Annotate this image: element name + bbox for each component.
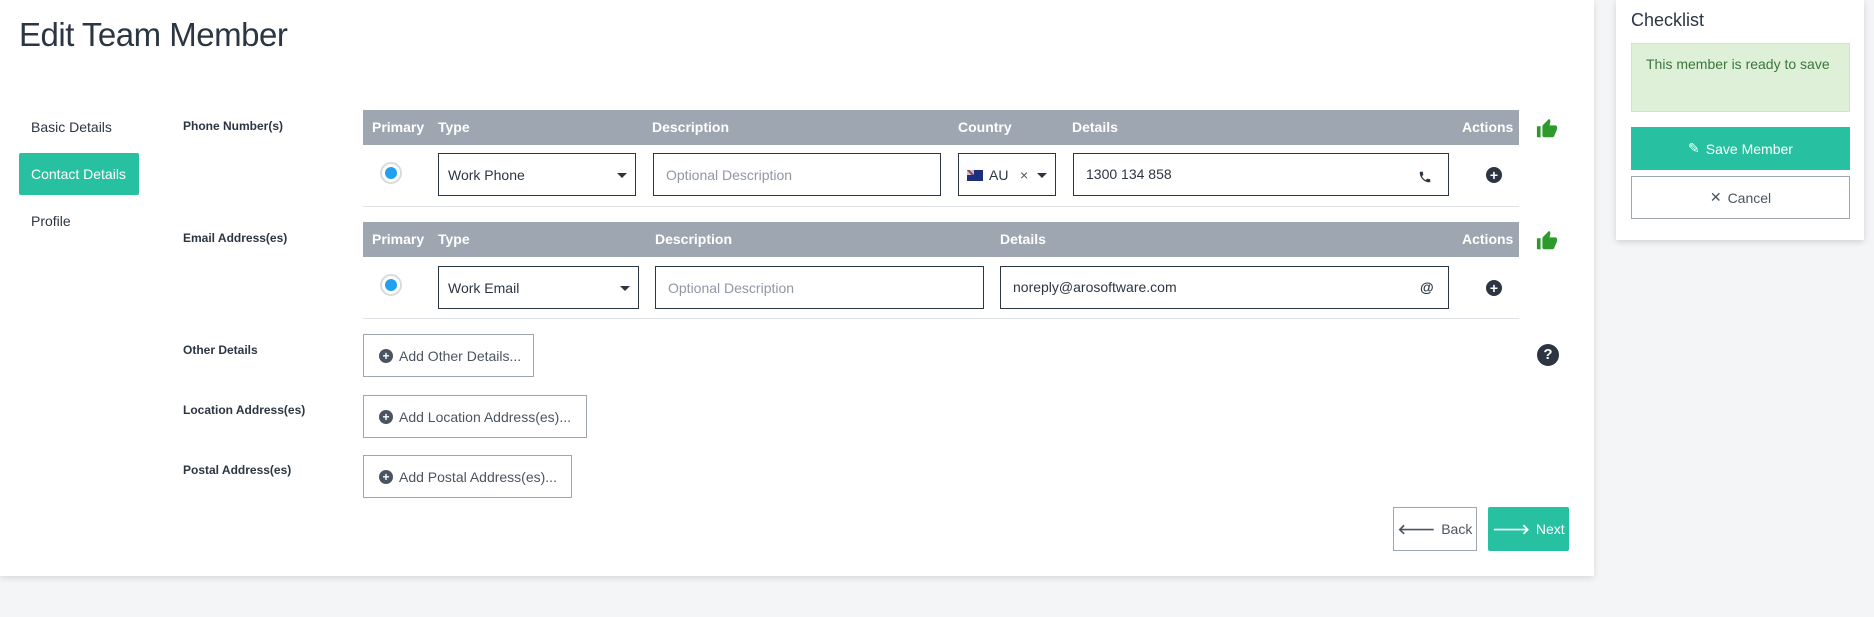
add-location-address-button[interactable]: + Add Location Address(es)...	[363, 395, 587, 438]
plus-circle-icon: +	[379, 409, 393, 424]
phone-table-header: Primary Type Description Country Details…	[363, 110, 1519, 145]
email-section-label: Email Address(es)	[183, 231, 288, 245]
thumbs-up-icon	[1536, 118, 1558, 138]
australia-flag-icon	[967, 170, 983, 181]
phone-type-value: Work Phone	[448, 167, 525, 183]
side-nav: Basic Details Contact Details Profile	[19, 106, 139, 247]
back-label: Back	[1441, 521, 1473, 537]
phone-header-type: Type	[438, 119, 470, 135]
next-button[interactable]: 🡒 Next	[1488, 507, 1569, 551]
next-label: Next	[1535, 521, 1565, 537]
email-header-actions: Actions	[1462, 231, 1514, 247]
chevron-down-icon	[1037, 173, 1047, 178]
chevron-down-icon	[617, 173, 627, 178]
add-postal-address-button[interactable]: + Add Postal Address(es)...	[363, 455, 572, 498]
phone-section-label: Phone Number(s)	[183, 119, 284, 133]
arrow-left-icon: 🡐	[1397, 520, 1436, 537]
email-table-header: Primary Type Description Details Actions	[363, 222, 1519, 257]
cancel-button[interactable]: ✕ Cancel	[1631, 176, 1850, 219]
postal-section-label: Postal Address(es)	[183, 463, 292, 477]
pencil-icon: ✎	[1688, 140, 1700, 156]
add-other-details-label: Add Other Details...	[399, 347, 522, 364]
email-header-primary: Primary	[372, 231, 425, 247]
phone-type-select[interactable]: Work Phone	[438, 153, 636, 196]
close-icon: ✕	[1709, 189, 1722, 205]
plus-circle-icon: +	[379, 348, 393, 363]
phone-description-input[interactable]	[653, 153, 941, 196]
phone-header-description: Description	[652, 119, 730, 135]
page-title: Edit Team Member	[19, 16, 288, 53]
add-other-details-button[interactable]: + Add Other Details...	[363, 334, 534, 377]
back-button[interactable]: 🡐 Back	[1393, 507, 1477, 551]
location-section-label: Location Address(es)	[183, 403, 306, 417]
email-header-description: Description	[655, 231, 733, 247]
save-member-button[interactable]: ✎ Save Member	[1631, 127, 1850, 170]
email-description-input[interactable]	[655, 266, 984, 309]
thumbs-up-icon	[1536, 230, 1558, 250]
help-icon[interactable]: ?	[1537, 344, 1559, 366]
checklist-panel: Checklist This member is ready to save ✎…	[1616, 0, 1864, 240]
arrow-right-icon: 🡒	[1492, 520, 1530, 537]
add-location-address-label: Add Location Address(es)...	[399, 408, 571, 425]
sidebar-item-profile[interactable]: Profile	[19, 200, 139, 242]
phone-header-details: Details	[1072, 119, 1118, 135]
sidebar-item-contact-details[interactable]: Contact Details	[19, 153, 139, 195]
email-type-select[interactable]: Work Email	[438, 266, 639, 309]
add-email-icon[interactable]: +	[1486, 280, 1502, 296]
phone-details-value: 1300 134 858	[1086, 166, 1172, 182]
phone-details-input[interactable]: 1300 134 858	[1073, 153, 1449, 196]
other-section-label: Other Details	[183, 343, 258, 357]
chevron-down-icon	[620, 286, 630, 291]
email-header-type: Type	[438, 231, 470, 247]
checklist-status: This member is ready to save	[1631, 43, 1850, 112]
cancel-label: Cancel	[1727, 189, 1772, 206]
phone-row: Work Phone AU × 1300 134 858 +	[363, 145, 1519, 207]
email-primary-radio[interactable]	[380, 274, 402, 296]
main-card: Edit Team Member Basic Details Contact D…	[0, 0, 1594, 576]
phone-header-actions: Actions	[1462, 119, 1514, 135]
email-header-details: Details	[1000, 231, 1046, 247]
email-details-input[interactable]: noreply@arosoftware.com	[1000, 266, 1449, 309]
save-member-label: Save Member	[1705, 140, 1793, 157]
at-sign-icon: @	[1420, 279, 1434, 295]
email-type-value: Work Email	[448, 280, 520, 296]
plus-circle-icon: +	[379, 469, 393, 484]
phone-country-select[interactable]: AU ×	[958, 153, 1056, 196]
phone-country-value: AU	[989, 167, 1009, 183]
add-phone-icon[interactable]: +	[1486, 167, 1502, 183]
phone-header-country: Country	[958, 119, 1012, 135]
phone-header-primary: Primary	[372, 119, 425, 135]
email-row: Work Email noreply@arosoftware.com @ +	[363, 257, 1519, 319]
sidebar-item-basic-details[interactable]: Basic Details	[19, 106, 139, 148]
phone-primary-radio[interactable]	[380, 162, 402, 184]
checklist-title: Checklist	[1631, 10, 1705, 30]
clear-icon[interactable]: ×	[1020, 154, 1028, 197]
phone-icon	[1419, 171, 1431, 183]
add-postal-address-label: Add Postal Address(es)...	[399, 468, 557, 485]
email-details-value: noreply@arosoftware.com	[1013, 279, 1177, 295]
